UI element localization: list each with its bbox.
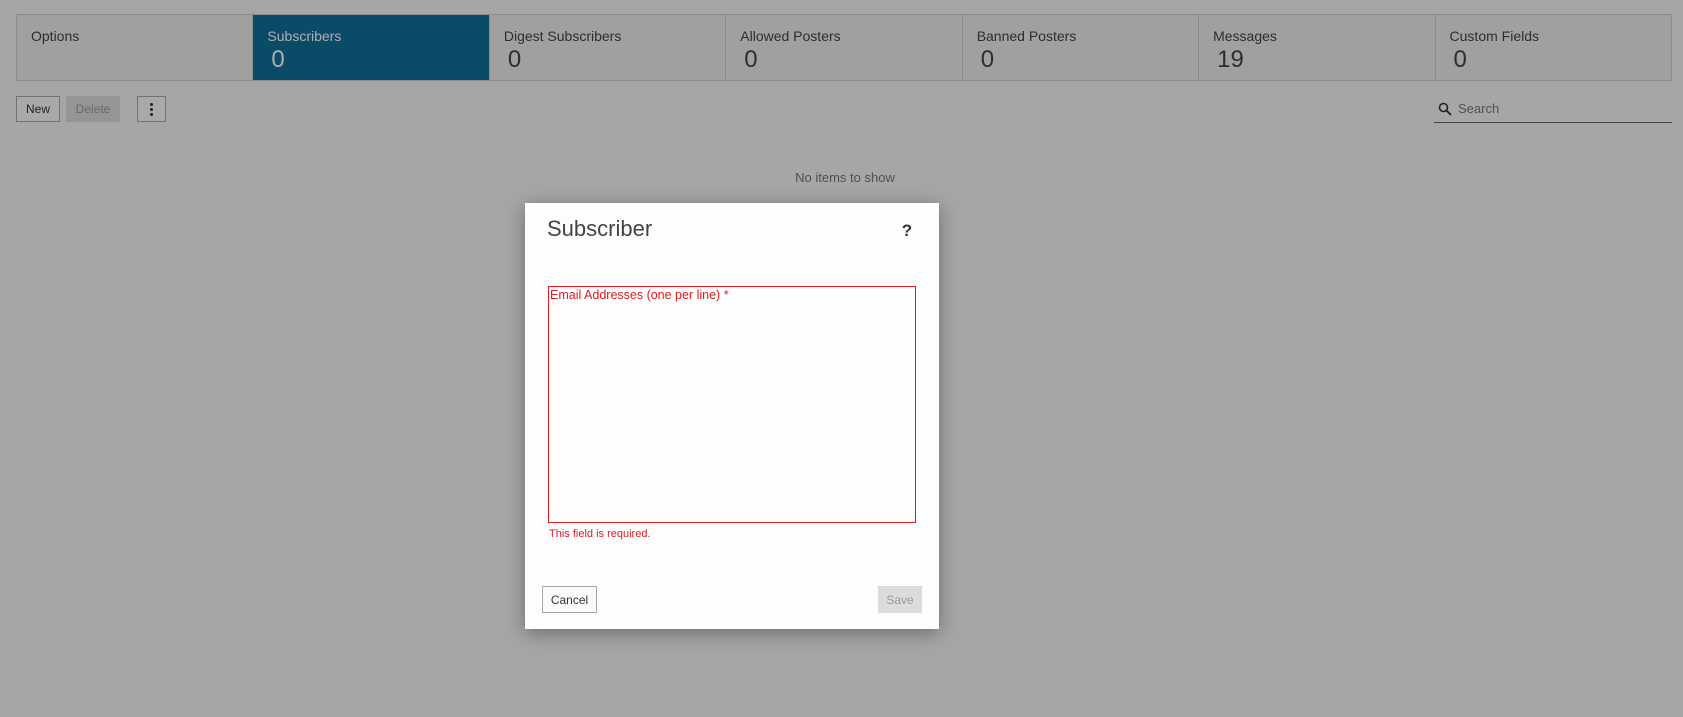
help-icon[interactable]: ? <box>897 219 917 243</box>
field-error-message: This field is required. <box>549 528 651 540</box>
save-button[interactable]: Save <box>878 586 922 613</box>
email-addresses-textarea[interactable] <box>549 305 915 522</box>
email-addresses-field: Email Addresses (one per line) * <box>548 286 916 523</box>
email-addresses-label: Email Addresses (one per line) * <box>550 288 729 302</box>
cancel-button[interactable]: Cancel <box>542 586 597 613</box>
subscriber-dialog: Subscriber ? Email Addresses (one per li… <box>525 203 939 629</box>
dialog-title: Subscriber <box>547 216 653 241</box>
